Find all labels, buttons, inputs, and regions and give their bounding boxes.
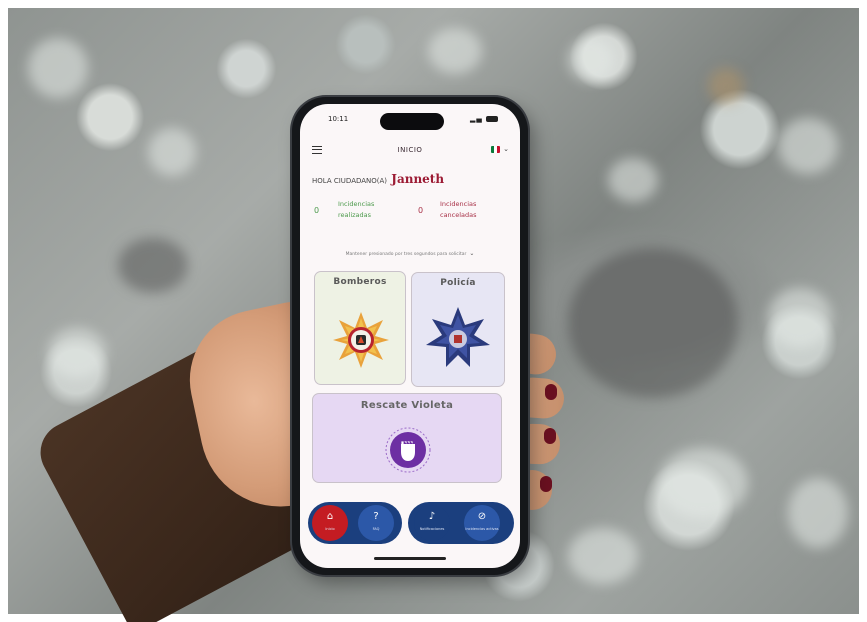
greeting-prefix: HOLA CIUDADANO(A) bbox=[312, 177, 388, 185]
top-bar: INICIO ⌄ bbox=[300, 144, 520, 158]
nav-active-incidents[interactable]: ⊘ Incidencias activas bbox=[464, 505, 500, 541]
violet-fist-icon bbox=[385, 427, 431, 473]
rescate-violeta-card[interactable]: Rescate Violeta bbox=[312, 393, 502, 483]
chevron-down-icon[interactable]: ⌄ bbox=[469, 250, 474, 257]
card-title: Rescate Violeta bbox=[360, 400, 454, 411]
police-badge-icon bbox=[426, 307, 490, 367]
bottom-nav: ⌂ Inicio ? FAQ ♪ Notificaciones ⊘ Incide… bbox=[308, 502, 514, 548]
fire-badge-icon bbox=[333, 312, 389, 368]
stat-label: Incidencias canceladas bbox=[440, 200, 477, 219]
bell-icon: ♪ bbox=[428, 511, 436, 522]
status-icons: ▂▄ bbox=[470, 115, 498, 123]
page-title: INICIO bbox=[397, 146, 423, 154]
nav-label: FAQ bbox=[372, 527, 380, 531]
dynamic-island bbox=[380, 113, 444, 130]
phone: 10:11 ▂▄ INICIO ⌄ HOLA CIUDADANO(A) Jann… bbox=[292, 97, 528, 575]
home-icon: ⌂ bbox=[326, 511, 334, 522]
stat-value: 0 bbox=[314, 206, 320, 215]
stat-value: 0 bbox=[418, 206, 424, 215]
hold-hint: Mantener presionado por tres segundos pa… bbox=[300, 250, 520, 257]
fingernail bbox=[540, 476, 552, 492]
hint-text: Mantener presionado por tres segundos pa… bbox=[345, 252, 467, 257]
phone-screen: 10:11 ▂▄ INICIO ⌄ HOLA CIUDADANO(A) Jann… bbox=[300, 104, 520, 568]
fingernail bbox=[545, 384, 557, 400]
policia-card[interactable]: Policía bbox=[411, 272, 505, 387]
stat-label: Incidencias realizadas bbox=[338, 200, 375, 219]
fingernail bbox=[544, 428, 556, 444]
home-indicator bbox=[374, 557, 446, 560]
greeting: HOLA CIUDADANO(A) Janneth bbox=[312, 172, 444, 186]
nav-label: Inicio bbox=[325, 527, 335, 531]
nav-notifications[interactable]: ♪ Notificaciones bbox=[414, 505, 450, 541]
nav-faq[interactable]: ? FAQ bbox=[358, 505, 394, 541]
status-time: 10:11 bbox=[328, 115, 349, 123]
card-title: Bomberos bbox=[333, 277, 387, 287]
nav-group-secondary: ♪ Notificaciones ⊘ Incidencias activas bbox=[408, 502, 514, 544]
bomberos-card[interactable]: Bomberos bbox=[314, 271, 406, 385]
nav-home[interactable]: ⌂ Inicio bbox=[312, 505, 348, 541]
nav-group-primary: ⌂ Inicio ? FAQ bbox=[308, 502, 402, 544]
user-name: Janneth bbox=[391, 172, 445, 186]
flag-icon[interactable] bbox=[491, 146, 500, 153]
help-icon: ? bbox=[373, 511, 379, 522]
cancel-icon: ⊘ bbox=[477, 511, 487, 522]
card-title: Policía bbox=[440, 278, 476, 288]
battery-icon bbox=[486, 116, 498, 122]
nav-label: Notificaciones bbox=[419, 527, 445, 531]
nav-label: Incidencias activas bbox=[465, 527, 499, 531]
chevron-down-icon[interactable]: ⌄ bbox=[503, 145, 509, 153]
